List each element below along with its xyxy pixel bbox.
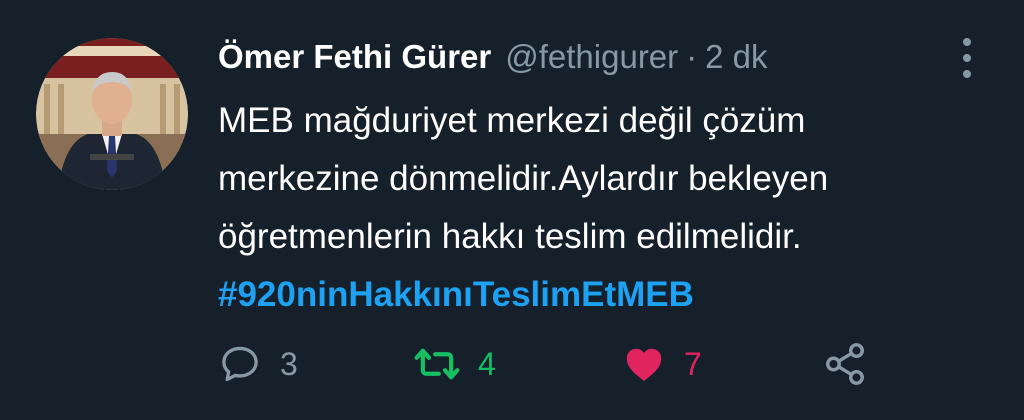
- share-button[interactable]: [822, 336, 868, 392]
- tweet-text-line: merkezine dönmelidir.Aylardır bekleyen: [218, 159, 829, 198]
- like-button[interactable]: 7: [622, 336, 702, 392]
- retweet-button[interactable]: 4: [414, 336, 496, 392]
- retweet-icon: [414, 348, 460, 380]
- reply-icon: [222, 346, 258, 382]
- header-separator: ·: [686, 38, 698, 75]
- reply-button[interactable]: 3: [218, 336, 298, 392]
- more-vertical-icon: [963, 38, 971, 46]
- tweet-actions: 3 4 7: [218, 336, 978, 392]
- tweet-text-line: öğretmenlerin hakkı teslim edilmelidir.: [218, 217, 802, 256]
- avatar[interactable]: [36, 38, 188, 190]
- author-handle[interactable]: @fethigurer: [505, 38, 678, 76]
- tweet-text-line: MEB mağduriyet merkezi değil çözüm: [218, 101, 806, 140]
- retweet-count: 4: [478, 345, 496, 382]
- reply-count: 3: [280, 345, 298, 382]
- profile-photo-icon: [36, 38, 188, 190]
- tweet[interactable]: Ömer Fethi Gürer @fethigurer · 2 dk MEB …: [0, 0, 1024, 420]
- share-icon: [826, 343, 864, 385]
- more-options-button[interactable]: [952, 36, 982, 80]
- tweet-text: MEB mağduriyet merkezi değil çözüm merke…: [218, 92, 998, 324]
- tweet-header: Ömer Fethi Gürer @fethigurer · 2 dk: [218, 38, 768, 82]
- tweet-timestamp[interactable]: 2 dk: [705, 38, 767, 76]
- author-name[interactable]: Ömer Fethi Gürer: [218, 38, 491, 76]
- hashtag-link[interactable]: #920ninHakkınıTeslimEtMEB: [218, 266, 998, 324]
- like-count: 7: [684, 345, 702, 382]
- heart-icon: [626, 348, 662, 381]
